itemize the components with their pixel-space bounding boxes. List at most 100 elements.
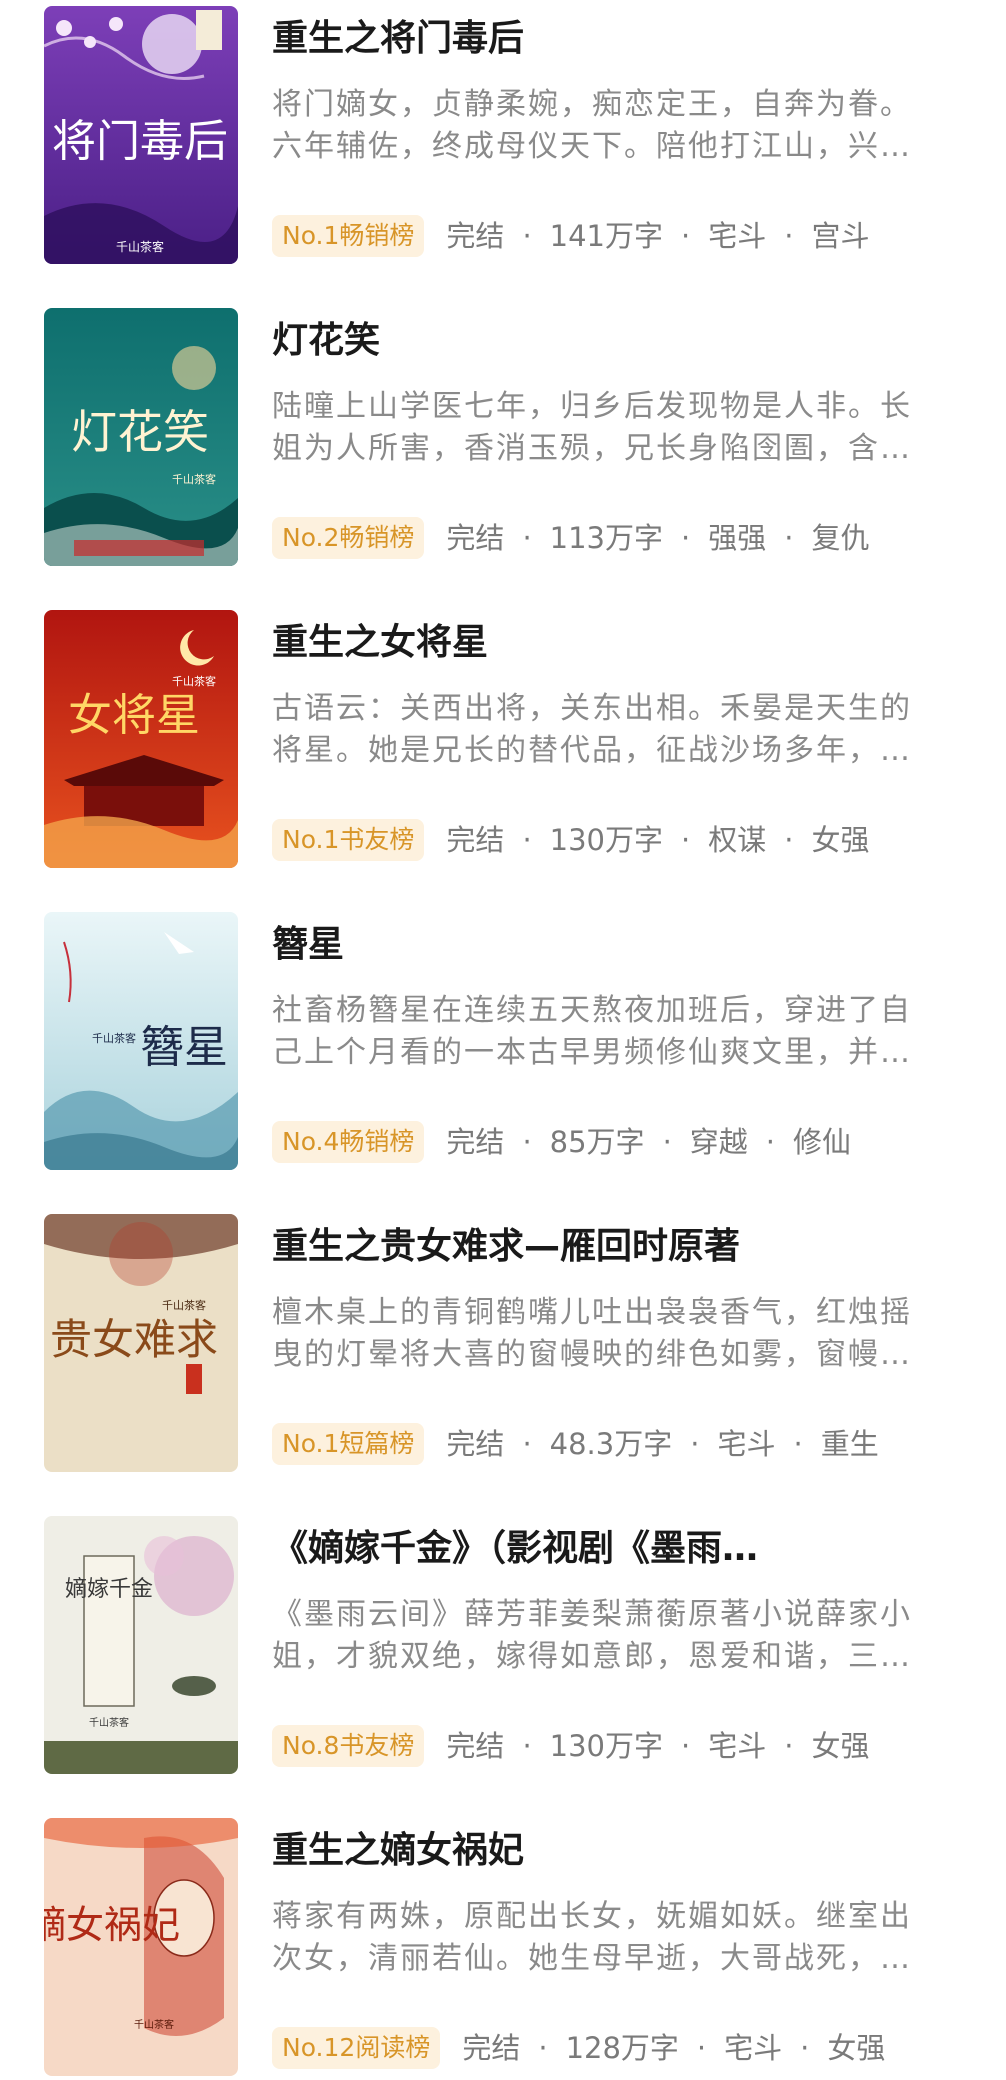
book-title[interactable]: 重生之将门毒后: [272, 16, 972, 62]
status-text: 完结: [446, 1427, 505, 1461]
book-item[interactable]: 将门毒后 千山茶客 重生之将门毒后 将门嫡女，贞静柔婉，痴恋定王，自奔为眷。六年…: [0, 6, 1006, 268]
book-cover[interactable]: 簪星 千山茶客: [44, 912, 238, 1170]
book-item[interactable]: 贵女难求 千山茶客 重生之贵女难求—雁回时原著 檀木桌上的青铜鹤嘴儿吐出袅袅香气…: [0, 1214, 1006, 1476]
book-meta: No.4畅销榜 完结 · 85万字 · 穿越 · 修仙: [272, 1118, 851, 1166]
book-title[interactable]: 《嫡嫁千金》（影视剧《墨雨…: [272, 1526, 972, 1572]
book-description: 《墨雨云间》薛芳菲姜梨萧蘅原著小说薛家小姐，才貌双绝，嫁得如意郎，恩爱和谐，三…: [272, 1597, 912, 1674]
cover-author-text: 千山茶客: [89, 1716, 129, 1729]
word-count-text: 85万字: [549, 1125, 645, 1159]
status-text: 完结: [446, 1125, 505, 1159]
cover-author-text: 千山茶客: [162, 1298, 206, 1312]
cover-title-text: 将门毒后: [52, 116, 228, 167]
separator-dot: ·: [784, 823, 794, 857]
separator-dot: ·: [522, 1729, 532, 1763]
separator-dot: ·: [522, 521, 532, 555]
book-description: 社畜杨簪星在连续五天熬夜加班后，穿进了自己上个月看的一本古早男频修仙爽文里，并…: [272, 993, 912, 1070]
book-meta: No.12阅读榜 完结 · 128万字 · 宅斗 · 女强: [272, 2024, 885, 2072]
cover-title-text: 嫡嫁千金: [65, 1577, 153, 1602]
separator-dot: ·: [522, 1125, 532, 1159]
rank-badge: No.4畅销榜: [272, 1121, 425, 1163]
separator-dot: ·: [784, 219, 794, 253]
cover-title-text: 女将星: [68, 690, 200, 741]
cover-art-beige: 贵女难求 千山茶客: [44, 1214, 238, 1472]
separator-dot: ·: [793, 1427, 803, 1461]
tag-text: 宅斗: [717, 1427, 776, 1461]
word-count-text: 113万字: [549, 521, 664, 555]
separator-dot: ·: [522, 823, 532, 857]
book-cover[interactable]: 灯花笑 千山茶客: [44, 308, 238, 566]
book-meta: No.1书友榜 完结 · 130万字 · 权谋 · 女强: [272, 816, 869, 864]
tag-text: 宅斗: [724, 2031, 783, 2065]
cover-art-peach: 嫡女祸妃 千山茶客: [44, 1818, 238, 2076]
book-cover[interactable]: 嫡嫁千金 千山茶客: [44, 1516, 238, 1774]
book-item[interactable]: 簪星 千山茶客 簪星 社畜杨簪星在连续五天熬夜加班后，穿进了自己上个月看的一本古…: [0, 912, 1006, 1174]
tag-text: 宅斗: [708, 219, 767, 253]
separator-dot: ·: [784, 521, 794, 555]
separator-dot: ·: [800, 2031, 810, 2065]
rank-badge: No.1短篇榜: [272, 1423, 425, 1465]
tag-text: 重生: [820, 1427, 879, 1461]
separator-dot: ·: [765, 1125, 776, 1159]
book-description: 檀木桌上的青铜鹤嘴儿吐出袅袅香气，红烛摇曳的灯晕将大喜的窗幔映的绯色如雾，窗幔…: [272, 1295, 912, 1372]
separator-dot: ·: [522, 219, 532, 253]
rank-badge: No.1畅销榜: [272, 215, 425, 257]
book-title[interactable]: 重生之贵女难求—雁回时原著: [272, 1224, 972, 1270]
status-text: 完结: [462, 2031, 521, 2065]
separator-dot: ·: [784, 1729, 794, 1763]
tag-text: 女强: [827, 2031, 886, 2065]
book-item[interactable]: 嫡嫁千金 千山茶客 《嫡嫁千金》（影视剧《墨雨… 《墨雨云间》薛芳菲姜梨萧蘅原著…: [0, 1516, 1006, 1778]
cover-title-text: 嫡女祸妃: [44, 1903, 180, 1947]
book-title[interactable]: 重生之嫡女祸妃: [272, 1828, 972, 1874]
cover-author-text: 千山茶客: [172, 472, 216, 486]
book-cover[interactable]: 将门毒后 千山茶客: [44, 6, 238, 264]
book-meta: No.2畅销榜 完结 · 113万字 · 强强 · 复仇: [272, 514, 869, 562]
word-count-text: 48.3万字: [549, 1427, 673, 1461]
book-item[interactable]: 嫡女祸妃 千山茶客 重生之嫡女祸妃 蒋家有两姝，原配出长女，妩媚如妖。继室出次女…: [0, 1818, 1006, 2080]
tag-text: 穿越: [689, 1125, 748, 1159]
tag-text: 宫斗: [811, 219, 870, 253]
tag-text: 修仙: [793, 1125, 852, 1159]
cover-author-text: 千山茶客: [116, 239, 164, 254]
book-description: 陆曈上山学医七年，归乡后发现物是人非。长姐为人所害，香消玉殒，兄长身陷囹圄，含…: [272, 389, 912, 466]
book-cover[interactable]: 贵女难求 千山茶客: [44, 1214, 238, 1472]
separator-dot: ·: [681, 1729, 691, 1763]
book-description: 蒋家有两姝，原配出长女，妩媚如妖。继室出次女，清丽若仙。她生母早逝，大哥战死，…: [272, 1899, 912, 1976]
cover-author-text: 千山茶客: [92, 1031, 136, 1045]
separator-dot: ·: [681, 219, 691, 253]
word-count-text: 128万字: [565, 2031, 679, 2065]
tag-text: 强强: [708, 521, 767, 555]
book-meta: No.1畅销榜 完结 · 141万字 · 宅斗 · 宫斗: [272, 212, 869, 260]
book-title[interactable]: 簪星: [272, 922, 972, 968]
book-item[interactable]: 女将星 千山茶客 重生之女将星 古语云：关西出将，关东出相。禾晏是天生的将星。她…: [0, 610, 1006, 872]
tag-text: 宅斗: [708, 1729, 767, 1763]
cover-art-teal: 灯花笑 千山茶客: [44, 308, 238, 566]
cover-art-grey: 嫡嫁千金 千山茶客: [44, 1516, 238, 1774]
separator-dot: ·: [522, 1427, 532, 1461]
separator-dot: ·: [690, 1427, 700, 1461]
book-meta: No.1短篇榜 完结 · 48.3万字 · 宅斗 · 重生: [272, 1420, 879, 1468]
book-cover[interactable]: 女将星 千山茶客: [44, 610, 238, 868]
rank-badge: No.1书友榜: [272, 819, 425, 861]
book-title[interactable]: 灯花笑: [272, 318, 972, 364]
word-count-text: 130万字: [549, 1729, 664, 1763]
tag-text: 复仇: [811, 521, 870, 555]
cover-art-red: 女将星 千山茶客: [44, 610, 238, 868]
tag-text: 女强: [811, 1729, 870, 1763]
tag-text: 女强: [811, 823, 870, 857]
rank-badge: No.2畅销榜: [272, 517, 425, 559]
separator-dot: ·: [681, 823, 691, 857]
status-text: 完结: [446, 521, 505, 555]
book-item[interactable]: 灯花笑 千山茶客 灯花笑 陆曈上山学医七年，归乡后发现物是人非。长姐为人所害，香…: [0, 308, 1006, 570]
rank-badge: No.12阅读榜: [272, 2027, 441, 2069]
cover-title-text: 贵女难求: [50, 1315, 218, 1364]
status-text: 完结: [446, 219, 505, 253]
separator-dot: ·: [662, 1125, 672, 1159]
book-title[interactable]: 重生之女将星: [272, 620, 972, 666]
book-cover[interactable]: 嫡女祸妃 千山茶客: [44, 1818, 238, 2076]
cover-art-purple: 将门毒后 千山茶客: [44, 6, 238, 264]
status-text: 完结: [446, 1729, 505, 1763]
book-description: 古语云：关西出将，关东出相。禾晏是天生的将星。她是兄长的替代品，征战沙场多年，…: [272, 691, 912, 768]
cover-author-text: 千山茶客: [134, 2018, 174, 2031]
tag-text: 权谋: [708, 823, 767, 857]
rank-badge: No.8书友榜: [272, 1725, 425, 1767]
